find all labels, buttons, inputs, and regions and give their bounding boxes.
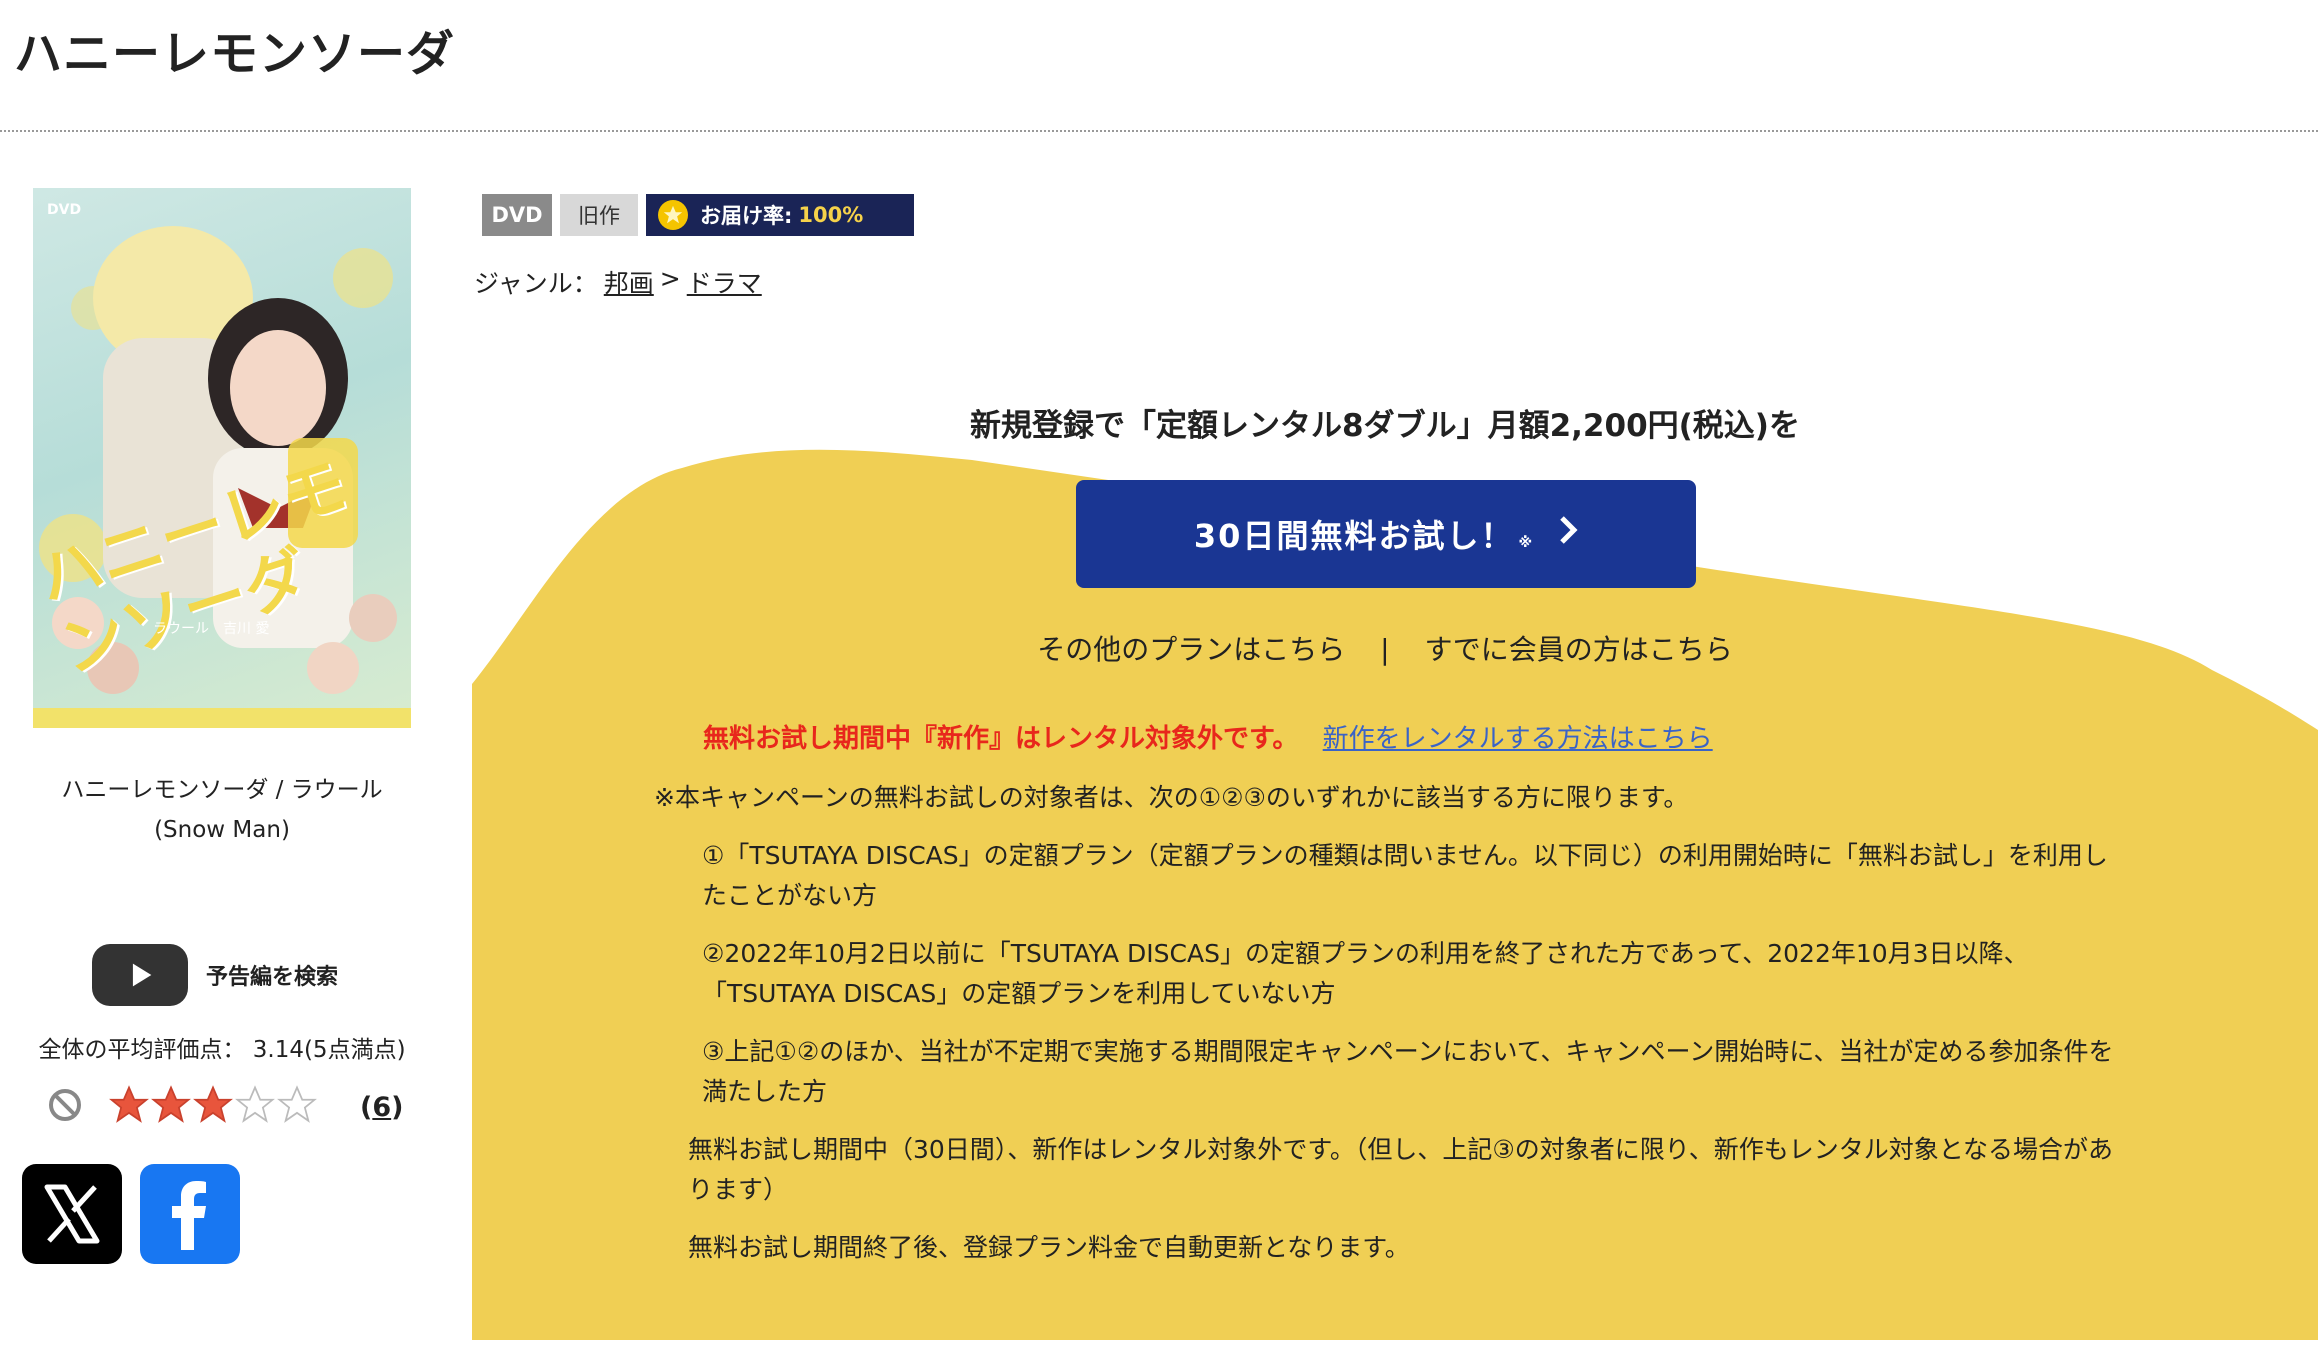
share-x-button[interactable]	[22, 1164, 122, 1264]
free-trial-button[interactable]: 30日間無料お試し！ ※	[1076, 480, 1696, 588]
plan-links: その他のプランはこちら | すでに会員の方はこちら	[472, 628, 2298, 668]
delivery-rate-value: 100%	[798, 203, 864, 227]
cover-cast-art: ラウール 吉川 愛	[153, 621, 270, 637]
campaign-terms: ※本キャンペーンの無料お試しの対象者は、次の①②③のいずれかに該当する方に限りま…	[654, 778, 2124, 1286]
campaign-headline: 新規登録で「定額レンタル8ダブル」月額2,200円(税込)を	[970, 408, 1800, 444]
free-trial-note-mark: ※	[1518, 535, 1535, 551]
new-release-notice: 無料お試し期間中『新作』はレンタル対象外です。 新作をレンタルする方法はこちら	[703, 718, 1713, 755]
trailer-search-label: 予告編を検索	[206, 965, 339, 990]
existing-member-link[interactable]: すでに会員の方はこちら	[1424, 633, 1732, 666]
genre-link-japanese-film[interactable]: 邦画	[604, 264, 654, 300]
x-logo-icon	[44, 1184, 100, 1244]
other-plans-link[interactable]: その他のプランはこちら	[1037, 633, 1345, 666]
review-count-link[interactable]: (6)	[360, 1092, 403, 1123]
average-rating-text: 全体の平均評価点： 3.14(5点満点)	[38, 1037, 406, 1063]
genre-separator: >	[659, 264, 681, 293]
notice-text: 無料お試し期間中『新作』はレンタル対象外です。	[703, 724, 1299, 754]
youtube-play-icon	[92, 944, 188, 1006]
cover-bottom-band	[33, 708, 411, 728]
type-badge: 旧作	[560, 194, 638, 236]
delivery-rate-label: お届け率:	[700, 204, 793, 228]
review-count-value: 6	[372, 1092, 392, 1123]
star-filled-icon	[193, 1085, 233, 1123]
format-badge: DVD	[482, 194, 552, 236]
star-empty-icon	[277, 1085, 317, 1123]
new-release-rental-link[interactable]: 新作をレンタルする方法はこちら	[1323, 724, 1713, 754]
star-icon	[658, 200, 688, 230]
genre-label: ジャンル：	[474, 269, 598, 298]
facebook-logo-icon	[172, 1181, 206, 1250]
terms-item: ③上記①②のほか、当社が不定期で実施する期間限定キャンペーンにおいて、キャンペー…	[702, 1037, 2114, 1106]
product-cover-image[interactable]: DVD ハニーレモンソーダ ラウール 吉川 愛	[33, 188, 411, 728]
genre-breadcrumb: ジャンル： 邦画 > ドラマ	[474, 264, 762, 300]
trailer-search-button[interactable]: 予告編を検索	[92, 942, 392, 1008]
product-caption: ハニーレモンソーダ / ラウール (Snow Man)	[61, 777, 383, 843]
terms-item: ②2022年10月2日以前に「TSUTAYA DISCAS」の定額プランの利用を…	[702, 939, 2029, 1008]
terms-renewal-note: 無料お試し期間終了後、登録プラン料金で自動更新となります。	[688, 1233, 1410, 1262]
chevron-right-icon	[1558, 514, 1578, 555]
star-empty-icon	[235, 1085, 275, 1123]
genre-link-drama[interactable]: ドラマ	[687, 264, 762, 300]
page-title: ハニーレモンソーダ	[14, 26, 456, 82]
link-separator: |	[1380, 633, 1390, 666]
terms-intro: ※本キャンペーンの無料お試しの対象者は、次の①②③のいずれかに該当する方に限りま…	[654, 783, 1689, 812]
delivery-rate-badge: お届け率: 100%	[646, 194, 914, 236]
star-filled-icon	[109, 1085, 149, 1123]
rating-stars	[108, 1084, 318, 1126]
terms-item: ①「TSUTAYA DISCAS」の定額プラン（定額プランの種類は問いません。以…	[702, 841, 2108, 910]
badge-row: DVD 旧作 お届け率: 100%	[482, 194, 914, 236]
free-trial-label: 30日間無料お試し！	[1193, 517, 1515, 555]
share-facebook-button[interactable]	[140, 1164, 240, 1264]
terms-trial-note: 無料お試し期間中（30日間）、新作はレンタル対象外です。（但し、上記③の対象者に…	[688, 1135, 2113, 1204]
star-filled-icon	[151, 1085, 191, 1123]
no-entry-icon	[49, 1089, 81, 1121]
header-divider	[0, 130, 2318, 132]
